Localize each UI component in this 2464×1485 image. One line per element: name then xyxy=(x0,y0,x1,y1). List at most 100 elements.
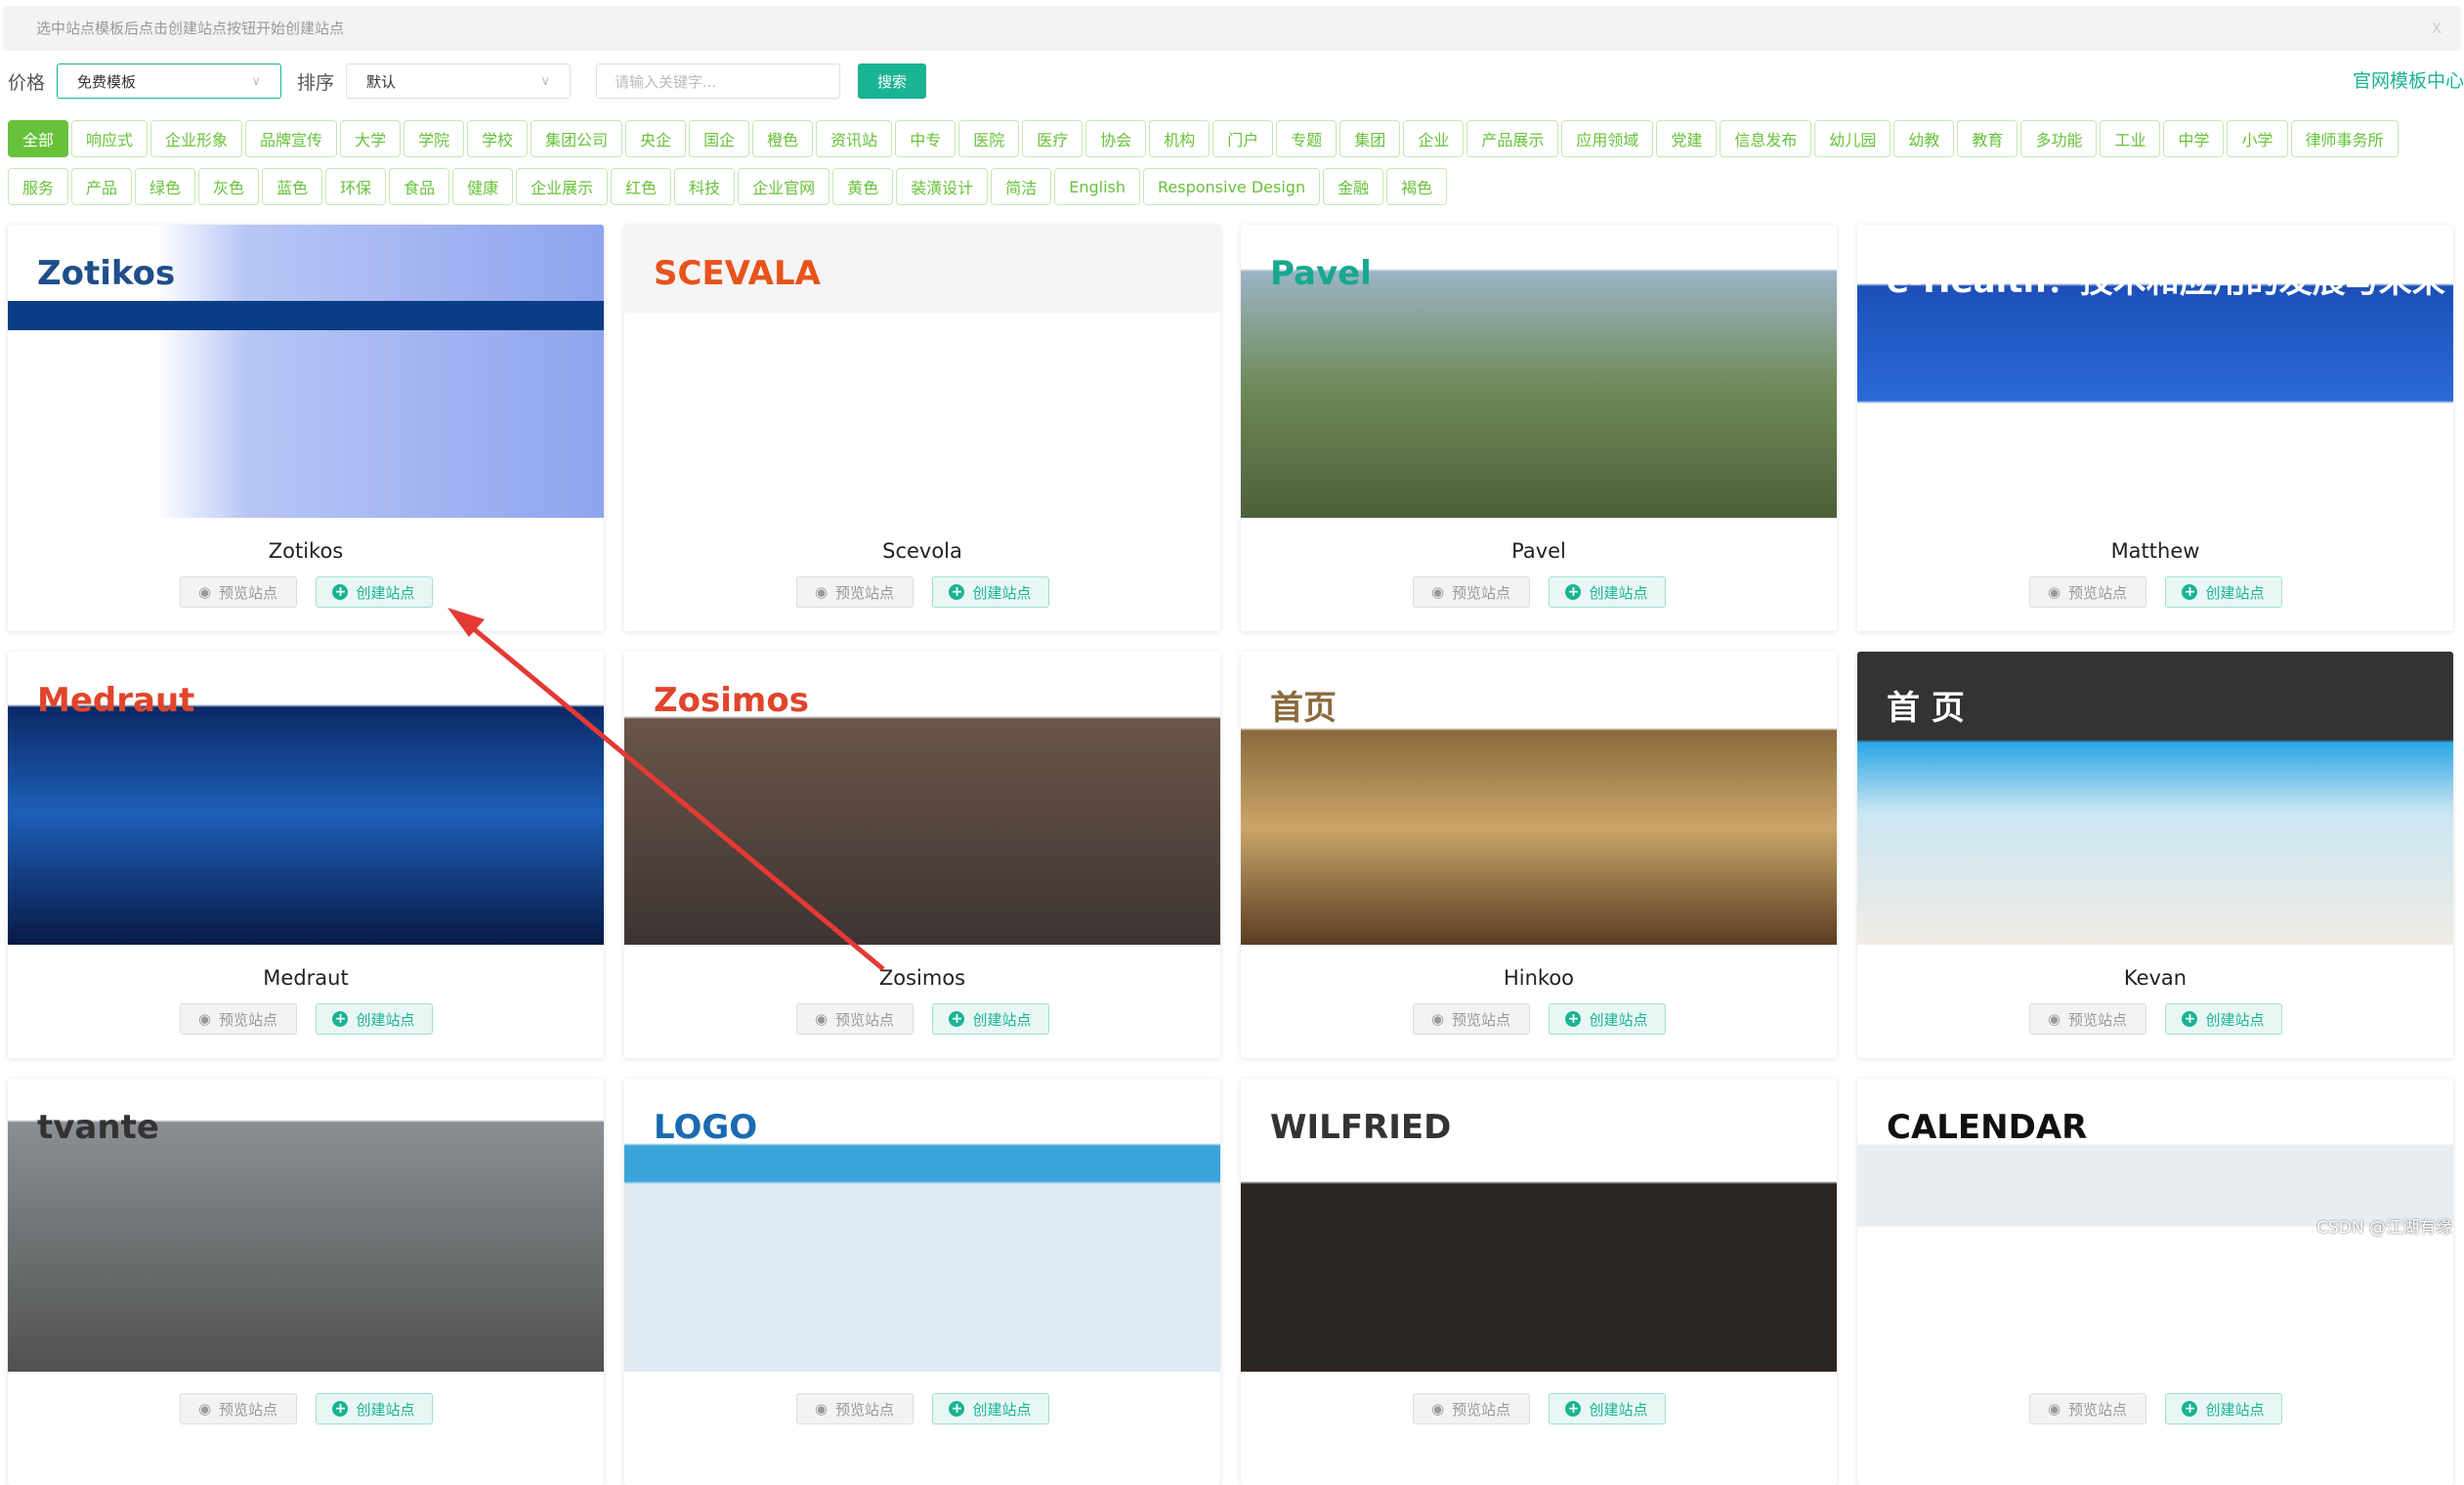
tag-1[interactable]: 响应式 xyxy=(71,120,149,157)
tag-14[interactable]: 医疗 xyxy=(1022,120,1083,157)
create-button[interactable]: + 创建站点 xyxy=(315,1393,433,1424)
search-button[interactable]: 搜索 xyxy=(858,64,927,99)
tag-40[interactable]: 健康 xyxy=(452,168,514,205)
template-thumbnail[interactable]: WILFRIED xyxy=(1241,1079,1837,1372)
tag-21[interactable]: 产品展示 xyxy=(1466,120,1559,157)
template-card[interactable]: Zosimos Zosimos ◉ 预览站点 + 创建站点 xyxy=(624,652,1220,1058)
tag-4[interactable]: 大学 xyxy=(340,120,402,157)
tag-35[interactable]: 绿色 xyxy=(135,168,196,205)
tag-8[interactable]: 央企 xyxy=(625,120,687,157)
tag-2[interactable]: 企业形象 xyxy=(150,120,243,157)
tag-38[interactable]: 环保 xyxy=(325,168,387,205)
preview-button[interactable]: ◉ 预览站点 xyxy=(795,1003,913,1035)
tag-9[interactable]: 国企 xyxy=(689,120,750,157)
preview-button[interactable]: ◉ 预览站点 xyxy=(1412,576,1530,608)
tag-41[interactable]: 企业展示 xyxy=(516,168,609,205)
template-card[interactable]: SCEVALA Scevola ◉ 预览站点 + 创建站点 xyxy=(624,225,1220,631)
tag-0[interactable]: 全部 xyxy=(8,120,69,157)
create-button[interactable]: + 创建站点 xyxy=(2164,1393,2282,1424)
tag-31[interactable]: 小学 xyxy=(2227,120,2288,157)
preview-button[interactable]: ◉ 预览站点 xyxy=(795,576,913,608)
tag-5[interactable]: 学院 xyxy=(404,120,465,157)
template-thumbnail[interactable]: SCEVALA xyxy=(624,225,1220,518)
tag-18[interactable]: 专题 xyxy=(1276,120,1338,157)
create-button[interactable]: + 创建站点 xyxy=(931,1393,1049,1424)
template-card[interactable]: WILFRIED ◉ 预览站点 + 创建站点 xyxy=(1241,1079,1837,1485)
tag-47[interactable]: 简洁 xyxy=(991,168,1052,205)
template-thumbnail[interactable]: Zotikos xyxy=(8,225,604,518)
template-thumbnail[interactable]: e-Health：技术和应用的发展与未来 xyxy=(1857,225,2453,518)
tag-17[interactable]: 门户 xyxy=(1212,120,1274,157)
tag-28[interactable]: 多功能 xyxy=(2020,120,2098,157)
tag-37[interactable]: 蓝色 xyxy=(262,168,323,205)
tag-6[interactable]: 学校 xyxy=(467,120,529,157)
sort-select[interactable]: 默认 ∨ xyxy=(346,64,572,99)
tag-27[interactable]: 教育 xyxy=(1957,120,2018,157)
create-button[interactable]: + 创建站点 xyxy=(931,576,1049,608)
tag-29[interactable]: 工业 xyxy=(2100,120,2161,157)
tag-19[interactable]: 集团 xyxy=(1339,120,1401,157)
tag-49[interactable]: Responsive Design xyxy=(1143,168,1321,205)
template-card[interactable]: 首 页 Kevan ◉ 预览站点 + 创建站点 xyxy=(1857,652,2453,1058)
template-thumbnail[interactable]: 首页 xyxy=(1241,652,1837,945)
tag-12[interactable]: 中专 xyxy=(895,120,956,157)
preview-button[interactable]: ◉ 预览站点 xyxy=(179,576,297,608)
template-thumbnail[interactable]: LOGO xyxy=(624,1079,1220,1372)
tag-34[interactable]: 产品 xyxy=(71,168,133,205)
create-button[interactable]: + 创建站点 xyxy=(315,1003,433,1035)
preview-button[interactable]: ◉ 预览站点 xyxy=(2028,1393,2146,1424)
create-button[interactable]: + 创建站点 xyxy=(1548,576,1666,608)
tag-15[interactable]: 协会 xyxy=(1085,120,1147,157)
price-select[interactable]: 免费模板 ∨ xyxy=(57,64,282,99)
create-button[interactable]: + 创建站点 xyxy=(2164,1003,2282,1035)
template-card[interactable]: 首页 Hinkoo ◉ 预览站点 + 创建站点 xyxy=(1241,652,1837,1058)
preview-button[interactable]: ◉ 预览站点 xyxy=(179,1003,297,1035)
tag-36[interactable]: 灰色 xyxy=(198,168,260,205)
preview-button[interactable]: ◉ 预览站点 xyxy=(795,1393,913,1424)
tag-46[interactable]: 装潢设计 xyxy=(896,168,989,205)
tag-13[interactable]: 医院 xyxy=(958,120,1020,157)
template-thumbnail[interactable]: tvante xyxy=(8,1079,604,1372)
template-card[interactable]: LOGO ◉ 预览站点 + 创建站点 xyxy=(624,1079,1220,1485)
tag-11[interactable]: 资讯站 xyxy=(816,120,893,157)
tag-43[interactable]: 科技 xyxy=(674,168,736,205)
template-card[interactable]: Zotikos Zotikos ◉ 预览站点 + 创建站点 xyxy=(8,225,604,631)
tag-45[interactable]: 黄色 xyxy=(832,168,894,205)
tag-23[interactable]: 党建 xyxy=(1656,120,1718,157)
create-button[interactable]: + 创建站点 xyxy=(315,576,433,608)
tag-25[interactable]: 幼儿园 xyxy=(1814,120,1891,157)
preview-button[interactable]: ◉ 预览站点 xyxy=(1412,1393,1530,1424)
create-button[interactable]: + 创建站点 xyxy=(1548,1393,1666,1424)
preview-button[interactable]: ◉ 预览站点 xyxy=(179,1393,297,1424)
tag-26[interactable]: 幼教 xyxy=(1893,120,1955,157)
tag-10[interactable]: 橙色 xyxy=(752,120,814,157)
template-thumbnail[interactable]: Medraut xyxy=(8,652,604,945)
tag-33[interactable]: 服务 xyxy=(8,168,69,205)
template-card[interactable]: e-Health：技术和应用的发展与未来 Matthew ◉ 预览站点 + 创建站点 xyxy=(1857,225,2453,631)
tag-20[interactable]: 企业 xyxy=(1403,120,1465,157)
official-template-link[interactable]: 官网模板中心 xyxy=(2353,66,2464,93)
template-card[interactable]: CALENDAR ◉ 预览站点 + 创建站点 xyxy=(1857,1079,2453,1485)
tag-50[interactable]: 金融 xyxy=(1323,168,1384,205)
create-button[interactable]: + 创建站点 xyxy=(2164,576,2282,608)
template-card[interactable]: Medraut Medraut ◉ 预览站点 + 创建站点 xyxy=(8,652,604,1058)
template-thumbnail[interactable]: 首 页 xyxy=(1857,652,2453,945)
template-thumbnail[interactable]: Zosimos xyxy=(624,652,1220,945)
tag-51[interactable]: 褐色 xyxy=(1386,168,1448,205)
preview-button[interactable]: ◉ 预览站点 xyxy=(1412,1003,1530,1035)
tag-3[interactable]: 品牌宣传 xyxy=(245,120,338,157)
tag-7[interactable]: 集团公司 xyxy=(531,120,623,157)
create-button[interactable]: + 创建站点 xyxy=(931,1003,1049,1035)
close-icon[interactable]: X xyxy=(2432,6,2442,51)
tag-32[interactable]: 律师事务所 xyxy=(2290,120,2399,157)
template-card[interactable]: Pavel Pavel ◉ 预览站点 + 创建站点 xyxy=(1241,225,1837,631)
tag-16[interactable]: 机构 xyxy=(1149,120,1211,157)
tag-42[interactable]: 红色 xyxy=(611,168,672,205)
template-thumbnail[interactable]: Pavel xyxy=(1241,225,1837,518)
search-input[interactable]: 请输入关键字... xyxy=(596,64,841,99)
tag-24[interactable]: 信息发布 xyxy=(1720,120,1812,157)
tag-22[interactable]: 应用领域 xyxy=(1561,120,1654,157)
template-card[interactable]: tvante ◉ 预览站点 + 创建站点 xyxy=(8,1079,604,1485)
tag-44[interactable]: 企业官网 xyxy=(738,168,830,205)
create-button[interactable]: + 创建站点 xyxy=(1548,1003,1666,1035)
